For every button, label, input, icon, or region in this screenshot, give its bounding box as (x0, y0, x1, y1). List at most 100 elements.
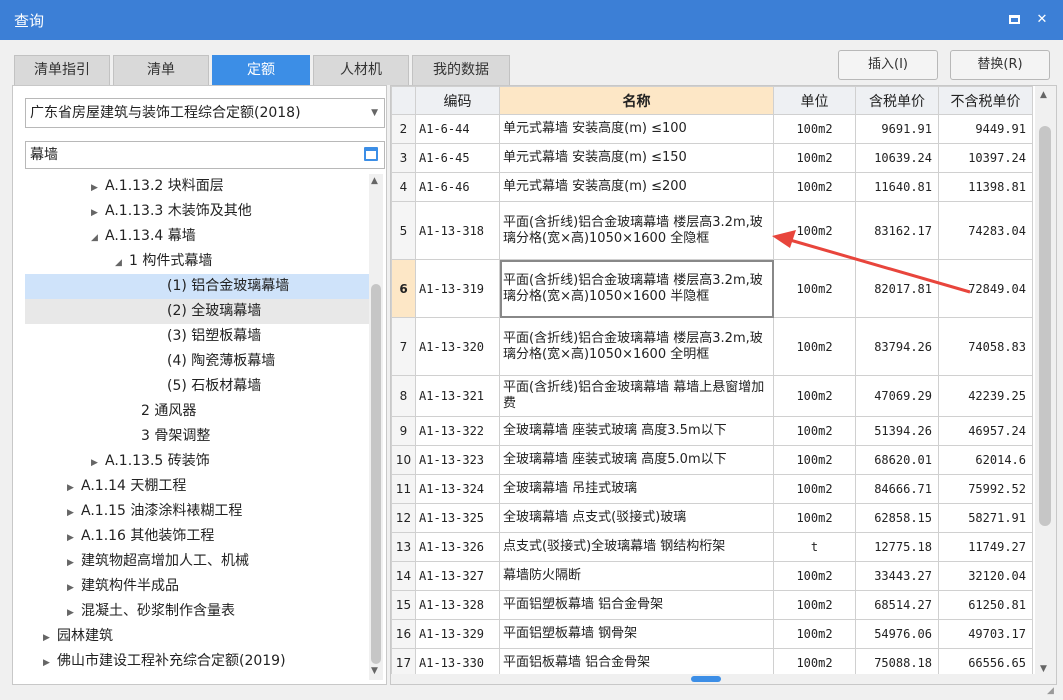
cell-unit[interactable]: 100m2 (773, 561, 856, 591)
tree-item[interactable]: ◢ 1 构件式幕墙 (25, 249, 369, 274)
expand-arrow-icon[interactable]: ▶ (67, 576, 81, 601)
cell-notax-price[interactable]: 61250.81 (938, 590, 1033, 620)
cell-tax-price[interactable]: 10639.24 (855, 143, 939, 173)
cell-tax-price[interactable]: 11640.81 (855, 172, 939, 202)
scroll-up-icon[interactable]: ▲ (371, 176, 378, 186)
row-index[interactable]: 11 (391, 474, 416, 504)
cell-name[interactable]: 幕墙防火隔断 (499, 561, 774, 591)
table-row[interactable]: 3 A1-6-45 单元式幕墙 安装高度(m) ≤150 100m2 10639.24 1… (391, 143, 1033, 173)
cell-unit[interactable]: 100m2 (773, 590, 856, 620)
cell-code[interactable]: A1-13-326 (415, 532, 500, 562)
scroll-down-icon[interactable]: ▼ (1040, 664, 1047, 674)
cell-tax-price[interactable]: 9691.91 (855, 114, 939, 144)
cell-tax-price[interactable]: 62858.15 (855, 503, 939, 533)
cell-name[interactable]: 平面(含折线)铝合金玻璃幕墙 楼层高3.2m,玻璃分格(宽×高)1050×160… (499, 259, 774, 318)
cell-name[interactable]: 全玻璃幕墙 座装式玻璃 高度3.5m以下 (499, 416, 774, 446)
expand-arrow-icon[interactable]: ▶ (67, 501, 81, 526)
cell-code[interactable]: A1-6-46 (415, 172, 500, 202)
tree-item[interactable]: ◢ A.1.13.4 幕墙 (25, 224, 369, 249)
column-header-tax-price[interactable]: 含税单价 (855, 86, 939, 115)
table-row[interactable]: 11 A1-13-324 全玻璃幕墙 吊挂式玻璃 100m2 84666.71 75992… (391, 474, 1033, 504)
close-button[interactable]: ✕ (1031, 9, 1053, 31)
replace-button[interactable]: 替换(R) (950, 50, 1050, 80)
cell-notax-price[interactable]: 46957.24 (938, 416, 1033, 446)
cell-code[interactable]: A1-13-320 (415, 317, 500, 376)
table-row[interactable]: 4 A1-6-46 单元式幕墙 安装高度(m) ≤200 100m2 11640.81 1… (391, 172, 1033, 202)
tree-item[interactable]: ▶ 建筑物超高增加人工、机械 (25, 549, 369, 574)
row-index[interactable]: 16 (391, 619, 416, 649)
cell-notax-price[interactable]: 72849.04 (938, 259, 1033, 318)
table-row[interactable]: 5 A1-13-318 平面(含折线)铝合金玻璃幕墙 楼层高3.2m,玻璃分格(宽×… (391, 201, 1033, 260)
cell-code[interactable]: A1-13-329 (415, 619, 500, 649)
expand-arrow-icon[interactable]: ▶ (43, 651, 57, 676)
cell-unit[interactable]: 100m2 (773, 474, 856, 504)
table-row[interactable]: 16 A1-13-329 平面铝塑板幕墙 钢骨架 100m2 54976.06 49703… (391, 619, 1033, 649)
cell-unit[interactable]: 100m2 (773, 619, 856, 649)
cell-unit[interactable]: 100m2 (773, 114, 856, 144)
table-row[interactable]: 15 A1-13-328 平面铝塑板幕墙 铝合金骨架 100m2 68514.27 612… (391, 590, 1033, 620)
maximize-button[interactable] (1003, 9, 1025, 31)
tab-bill[interactable]: 清单 (113, 55, 209, 85)
row-index[interactable]: 4 (391, 172, 416, 202)
tree-item[interactable]: ▶ 建筑构件半成品 (25, 574, 369, 599)
cell-code[interactable]: A1-13-327 (415, 561, 500, 591)
cell-unit[interactable]: 100m2 (773, 143, 856, 173)
collapse-arrow-icon[interactable]: ◢ (115, 251, 129, 276)
search-input[interactable]: 幕墙 (25, 141, 385, 169)
row-index[interactable]: 6 (391, 259, 416, 318)
table-row[interactable]: 2 A1-6-44 单元式幕墙 安装高度(m) ≤100 100m2 9691.91 94… (391, 114, 1033, 144)
collapse-arrow-icon[interactable]: ◢ (91, 226, 105, 251)
row-index[interactable]: 12 (391, 503, 416, 533)
cell-name[interactable]: 平面铝塑板幕墙 钢骨架 (499, 619, 774, 649)
row-index[interactable]: 8 (391, 375, 416, 417)
cell-tax-price[interactable]: 68620.01 (855, 445, 939, 475)
scroll-up-icon[interactable]: ▲ (1040, 90, 1047, 100)
tab-labor-material-machine[interactable]: 人材机 (313, 55, 409, 85)
tree-item[interactable]: ▶ A.1.13.3 木装饰及其他 (25, 199, 369, 224)
cell-code[interactable]: A1-13-323 (415, 445, 500, 475)
column-header-unit[interactable]: 单位 (773, 86, 856, 115)
grid-scrollbar[interactable]: ▲ ▼ (1035, 86, 1056, 684)
cell-notax-price[interactable]: 58271.91 (938, 503, 1033, 533)
cell-name[interactable]: 全玻璃幕墙 点支式(驳接式)玻璃 (499, 503, 774, 533)
cell-name[interactable]: 全玻璃幕墙 吊挂式玻璃 (499, 474, 774, 504)
cell-tax-price[interactable]: 51394.26 (855, 416, 939, 446)
cell-notax-price[interactable]: 62014.6 (938, 445, 1033, 475)
cell-name[interactable]: 全玻璃幕墙 座装式玻璃 高度5.0m以下 (499, 445, 774, 475)
cell-tax-price[interactable]: 12775.18 (855, 532, 939, 562)
cell-notax-price[interactable]: 42239.25 (938, 375, 1033, 417)
tab-my-data[interactable]: 我的数据 (412, 55, 510, 85)
scroll-down-icon[interactable]: ▼ (371, 666, 378, 676)
cell-code[interactable]: A1-13-325 (415, 503, 500, 533)
column-header-notax-price[interactable]: 不含税单价 (938, 86, 1033, 115)
cell-name[interactable]: 单元式幕墙 安装高度(m) ≤100 (499, 114, 774, 144)
grid-scroll-thumb[interactable] (1039, 126, 1051, 526)
cell-code[interactable]: A1-13-318 (415, 201, 500, 260)
cell-tax-price[interactable]: 54976.06 (855, 619, 939, 649)
cell-tax-price[interactable]: 47069.29 (855, 375, 939, 417)
cell-notax-price[interactable]: 11749.27 (938, 532, 1033, 562)
quota-library-select[interactable]: 广东省房屋建筑与装饰工程综合定额(2018) ▼ (25, 98, 385, 128)
cell-code[interactable]: A1-6-44 (415, 114, 500, 144)
cell-name[interactable]: 平面铝塑板幕墙 铝合金骨架 (499, 590, 774, 620)
tree-item[interactable]: ▶ A.1.16 其他装饰工程 (25, 524, 369, 549)
tab-bill-guide[interactable]: 清单指引 (14, 55, 110, 85)
expand-arrow-icon[interactable]: ▶ (67, 601, 81, 626)
tree-scrollbar[interactable]: ▲ ▼ (369, 174, 383, 680)
row-index[interactable]: 10 (391, 445, 416, 475)
cell-notax-price[interactable]: 32120.04 (938, 561, 1033, 591)
cell-code[interactable]: A1-13-321 (415, 375, 500, 417)
table-row[interactable]: 6 A1-13-319 平面(含折线)铝合金玻璃幕墙 楼层高3.2m,玻璃分格(宽×… (391, 259, 1033, 318)
cell-name[interactable]: 平面(含折线)铝合金玻璃幕墙 楼层高3.2m,玻璃分格(宽×高)1050×160… (499, 317, 774, 376)
grid-hscroll-thumb[interactable] (691, 676, 721, 682)
column-header-name[interactable]: 名称 (499, 86, 774, 115)
row-index[interactable]: 2 (391, 114, 416, 144)
cell-unit[interactable]: 100m2 (773, 172, 856, 202)
table-row[interactable]: 14 A1-13-327 幕墙防火隔断 100m2 33443.27 32120.04 (391, 561, 1033, 591)
tree-item[interactable]: (1) 铝合金玻璃幕墙 (25, 274, 369, 299)
expand-arrow-icon[interactable]: ▶ (67, 526, 81, 551)
cell-notax-price[interactable]: 74283.04 (938, 201, 1033, 260)
cell-notax-price[interactable]: 49703.17 (938, 619, 1033, 649)
cell-name[interactable]: 单元式幕墙 安装高度(m) ≤150 (499, 143, 774, 173)
cell-code[interactable]: A1-13-328 (415, 590, 500, 620)
